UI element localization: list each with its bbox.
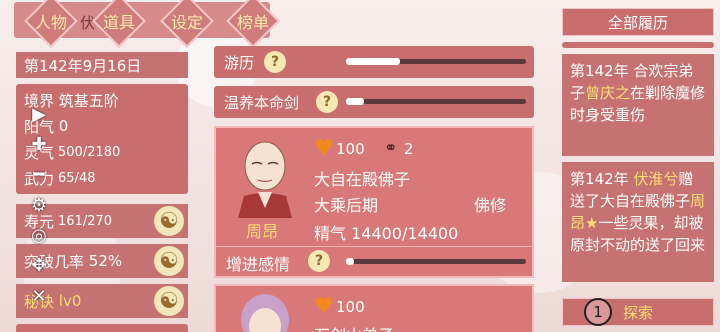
character-realm: 大乘后期 xyxy=(314,196,379,215)
crosshair-number: 1 xyxy=(593,303,603,321)
character-card-2[interactable]: ♥ 100 万剑山弟子 xyxy=(214,284,534,332)
character-sect: 大自在殿佛子 xyxy=(314,170,411,189)
plus-icon[interactable]: ✚ xyxy=(28,133,50,155)
yinyang-icon[interactable]: ☯ xyxy=(154,246,184,276)
tab-items[interactable]: 道具 xyxy=(88,0,150,48)
stat-value: 筑基五阶 xyxy=(58,91,119,110)
history-entry: 第142年 合欢宗弟子曾庆之在剿除魔修时身受重伤 xyxy=(562,54,714,156)
close-icon[interactable]: ✕ xyxy=(28,285,50,307)
tab-character-label: 人物 xyxy=(34,13,67,32)
affection-slider[interactable] xyxy=(346,258,526,265)
stat-value: lv0 xyxy=(58,292,82,310)
character-essence: 精气 14400/14400 xyxy=(314,224,459,243)
stat-value: 52% xyxy=(88,252,123,270)
stat-value: 65/48 xyxy=(58,170,96,186)
move-icon[interactable]: ✥ xyxy=(28,254,50,276)
slider-row-travel: 游历 ? xyxy=(214,46,534,78)
tab-settings[interactable]: 设定 xyxy=(156,0,218,48)
slider-label: 游历 xyxy=(224,54,255,72)
eye-off-icon[interactable]: ◎ xyxy=(28,224,50,246)
stat-value: 500/2180 xyxy=(58,144,121,160)
crosshair-marker: 1 xyxy=(584,298,612,326)
top-tab-bar: 人物 伏 道具 设定 榜单 xyxy=(0,0,280,48)
stat-partial-row xyxy=(16,324,188,332)
increase-label: 增进感情 xyxy=(226,255,291,274)
character-sect: 万剑山弟子 xyxy=(314,322,394,332)
help-icon[interactable]: ? xyxy=(308,250,330,272)
tab-items-label: 道具 xyxy=(102,13,135,32)
tab-character[interactable]: 人物 xyxy=(20,0,82,48)
travel-slider[interactable] xyxy=(346,58,526,65)
log-text: 第142年 xyxy=(570,170,634,188)
tab-rankings[interactable]: 榜单 xyxy=(222,0,284,48)
explore-label: 探索 xyxy=(622,303,653,322)
affection-value: 100 xyxy=(336,298,365,316)
yinyang-icon[interactable]: ☯ xyxy=(154,286,184,316)
chain-icon: ⚭ xyxy=(384,138,398,157)
stat-value: 0 xyxy=(58,117,69,135)
character-portrait-2 xyxy=(241,294,289,332)
date-display: 第142年9月16日 xyxy=(16,52,188,78)
minus-icon[interactable]: ━ xyxy=(28,163,50,185)
heart-icon: ♥ xyxy=(314,294,334,319)
log-name: 伏淮兮 xyxy=(633,170,679,188)
slider-fill xyxy=(346,258,354,265)
log-name: 曾庆之 xyxy=(585,84,631,102)
slider-fill xyxy=(346,58,400,65)
yinyang-icon[interactable]: ☯ xyxy=(154,206,184,236)
slider-row-sword: 温养本命剑 ? xyxy=(214,86,534,118)
slider-label: 温养本命剑 xyxy=(224,94,300,112)
history-divider xyxy=(562,42,714,48)
character-portrait xyxy=(238,141,292,218)
affection-value: 100 xyxy=(336,140,365,158)
character-type: 佛修 xyxy=(474,196,507,215)
sword-slider[interactable] xyxy=(346,98,526,105)
play-icon[interactable]: ▶ xyxy=(28,103,50,125)
chain-count: 2 xyxy=(404,140,414,158)
all-history-button[interactable]: 全部履历 xyxy=(562,8,714,36)
help-icon[interactable]: ? xyxy=(264,51,286,73)
character-name: 周昂 xyxy=(246,222,279,241)
gear-icon[interactable]: ⚙ xyxy=(28,194,50,216)
help-icon[interactable]: ? xyxy=(316,91,338,113)
character-card[interactable]: 周昂 ♥ 100 ⚭ 2 大自在殿佛子 大乘后期 佛修 精气 14400/144… xyxy=(214,126,534,278)
history-entry: 第142年 伏淮兮赠送了大自在殿佛子周昂★一些灵果，却被原封不动的送了回来 xyxy=(562,162,714,282)
slider-fill xyxy=(346,98,364,105)
stat-value: 161/270 xyxy=(58,213,113,229)
tab-rankings-label: 榜单 xyxy=(236,13,269,32)
increase-row: 增进感情 ? xyxy=(216,246,532,276)
tab-settings-label: 设定 xyxy=(170,13,203,32)
heart-icon: ♥ xyxy=(314,136,334,161)
